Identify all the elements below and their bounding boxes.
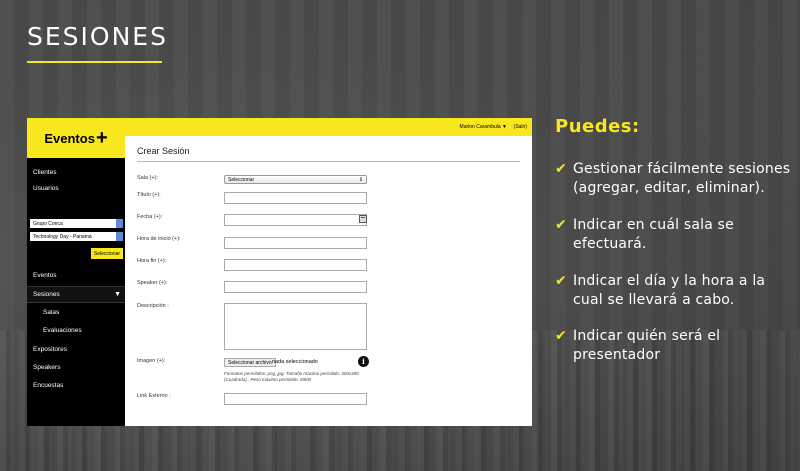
sidebar-item-label: Speakers <box>33 364 61 371</box>
capability-item: ✔ Indicar en cuál sala se efectuará. <box>555 216 795 254</box>
create-session-form: Crear Sesión Sala (+): Seleccionar ⇕ Tít… <box>137 136 522 426</box>
app-logo-text: Eventos <box>44 130 95 146</box>
titulo-input[interactable] <box>224 192 367 204</box>
capability-text: Indicar el día y la hora a la cual se ll… <box>573 273 766 308</box>
sidebar-item-label: Usuarios <box>33 185 59 192</box>
select-button[interactable]: Seleccionar <box>91 248 123 259</box>
app-topbar: Marlon Carambula ▼ (Salir) <box>125 118 532 136</box>
titulo-label: Título (+): <box>137 192 161 198</box>
sidebar-item-label: Clientes <box>33 169 57 176</box>
hora-inicio-input[interactable] <box>224 237 367 249</box>
app-screenshot: Eventos + Clientes Usuarios Grupo Conca T… <box>27 118 532 426</box>
link-externo-label: Link Externo : <box>137 393 171 399</box>
chevron-down-icon <box>116 219 123 228</box>
user-menu[interactable]: Marlon Carambula ▼ <box>460 124 507 130</box>
speaker-input[interactable] <box>224 281 367 293</box>
capability-text: Indicar en cuál sala se efectuará. <box>573 217 734 252</box>
client-select-value: Grupo Conca <box>33 220 63 227</box>
sala-select[interactable]: Seleccionar ⇕ <box>224 175 367 184</box>
descripcion-label: Descripción : <box>137 303 169 309</box>
sidebar-item-encuestas[interactable]: Encuestas <box>27 377 125 394</box>
checkmark-icon: ✔ <box>555 161 567 177</box>
logout-link[interactable]: (Salir) <box>514 124 527 130</box>
sidebar-item-speakers[interactable]: Speakers <box>27 359 125 376</box>
sidebar-item-label: Expositores <box>33 346 67 353</box>
sala-select-value: Seleccionar <box>228 176 255 183</box>
event-select-value: Technology Day - Panamá <box>33 233 92 240</box>
file-help-text: Formatos permitidos: png, jpg. Tamaño má… <box>224 371 359 382</box>
sidebar-item-usuarios[interactable]: Usuarios <box>27 180 125 197</box>
sidebar-item-label: Evaluaciones <box>43 327 82 334</box>
form-title: Crear Sesión <box>137 146 190 156</box>
sidebar-item-salas[interactable]: Salas <box>27 304 125 321</box>
hora-inicio-label: Hora de inicio (+): <box>137 236 181 242</box>
sidebar-item-clientes[interactable]: Clientes <box>27 164 125 181</box>
sidebar-item-label: Sesiones <box>33 291 60 298</box>
file-select-button[interactable]: Seleccionar archivo <box>224 358 276 367</box>
checkmark-icon: ✔ <box>555 217 567 233</box>
capability-item: ✔ Indicar el día y la hora a la cual se … <box>555 272 795 310</box>
sidebar-item-evaluaciones[interactable]: Evaluaciones <box>27 322 125 339</box>
sidebar-item-label: Encuestas <box>33 382 64 389</box>
capabilities-heading: Puedes: <box>555 116 640 137</box>
checkmark-icon: ✔ <box>555 273 567 289</box>
descripcion-textarea[interactable] <box>224 303 367 350</box>
capability-text: Gestionar fácilmente sesiones (agregar, … <box>573 161 791 196</box>
capability-item: ✔ Gestionar fácilmente sesiones (agregar… <box>555 160 795 198</box>
client-select[interactable]: Grupo Conca <box>30 219 123 228</box>
sidebar-item-eventos[interactable]: Eventos <box>27 267 125 284</box>
checkmark-icon: ✔ <box>555 328 567 344</box>
sidebar-item-label: Salas <box>43 309 60 316</box>
fecha-input[interactable] <box>224 214 367 226</box>
sidebar-item-sesiones[interactable]: Sesiones ▼ <box>27 286 125 303</box>
divider <box>137 161 520 162</box>
app-sidebar: Eventos + Clientes Usuarios Grupo Conca T… <box>27 118 125 426</box>
link-externo-input[interactable] <box>224 393 367 405</box>
imagen-label: Imagen (+): <box>137 358 166 364</box>
speaker-label: Speaker (+): <box>137 280 168 286</box>
calendar-icon[interactable] <box>359 215 367 223</box>
updown-arrows-icon: ⇕ <box>358 176 363 183</box>
event-select[interactable]: Technology Day - Panamá <box>30 232 123 241</box>
capability-item: ✔ Indicar quién será el presentador <box>555 327 795 365</box>
slide-title: SESIONES <box>27 22 168 51</box>
fecha-label: Fecha (+): <box>137 214 163 220</box>
capability-text: Indicar quién será el presentador <box>573 328 721 363</box>
info-icon[interactable]: i <box>358 356 369 367</box>
sidebar-item-label: Eventos <box>33 272 57 279</box>
app-logo-plus-icon: + <box>95 127 108 149</box>
sala-label: Sala (+): <box>137 175 158 181</box>
file-status: nada seleccionado <box>272 359 318 365</box>
hora-fin-label: Hora fin (+): <box>137 258 167 264</box>
sidebar-item-expositores[interactable]: Expositores <box>27 341 125 358</box>
title-underline <box>27 61 162 63</box>
chevron-down-icon: ▼ <box>114 291 121 298</box>
chevron-down-icon <box>116 232 123 241</box>
hora-fin-input[interactable] <box>224 259 367 271</box>
app-logo[interactable]: Eventos + <box>27 118 125 158</box>
